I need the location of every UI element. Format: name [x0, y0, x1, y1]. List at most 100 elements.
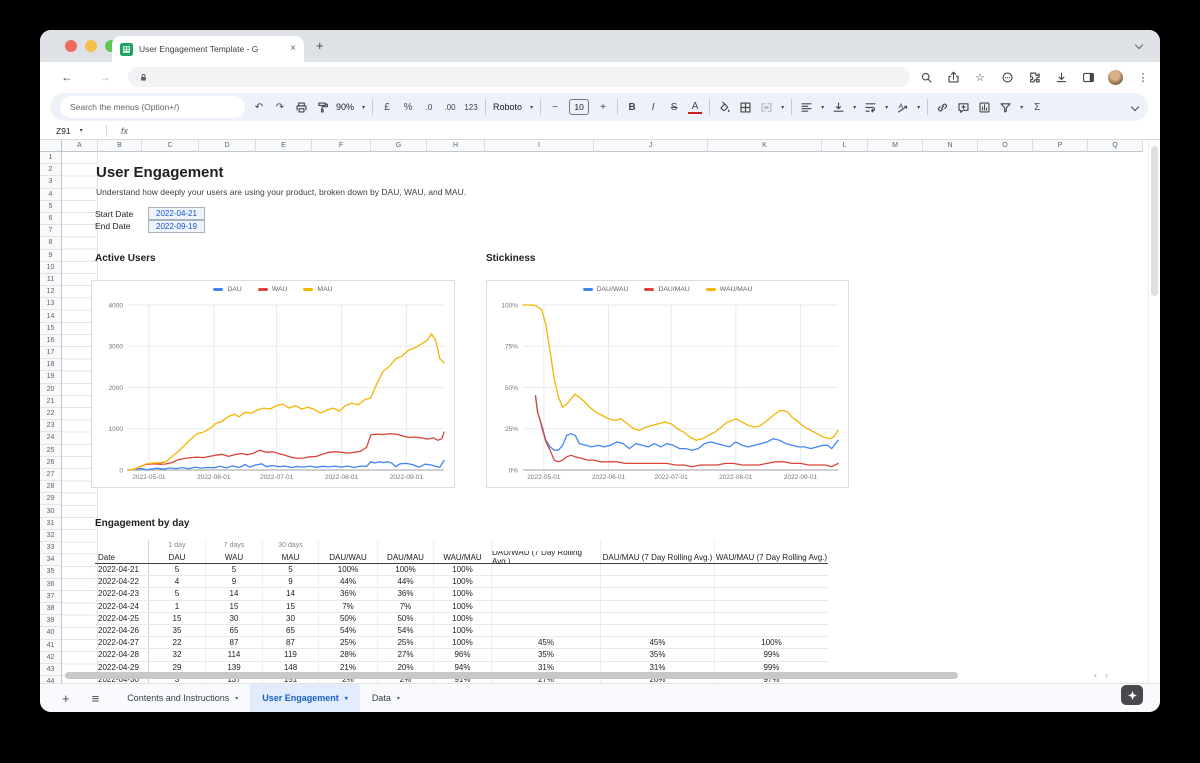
percent-format-button[interactable]: %	[401, 98, 415, 116]
undo-button[interactable]: ↶	[252, 98, 266, 116]
row-header-7[interactable]: 7	[40, 225, 61, 237]
zoom-select[interactable]: 90%	[336, 98, 354, 116]
row-header-44[interactable]: 44	[40, 676, 61, 683]
table-cell[interactable]: 5	[148, 564, 205, 575]
downloads-icon[interactable]	[1054, 70, 1068, 84]
table-cell[interactable]: 99%	[714, 662, 828, 673]
forward-button[interactable]: →	[94, 70, 116, 84]
table-cell[interactable]: 45%	[600, 637, 714, 648]
table-cell[interactable]: 35	[148, 625, 205, 636]
table-cell[interactable]	[714, 564, 828, 575]
row-header-41[interactable]: 41	[40, 640, 61, 652]
more-formats-button[interactable]: 123	[464, 98, 478, 116]
table-cell[interactable]	[600, 576, 714, 587]
table-cell[interactable]: 2022-04-21	[95, 564, 148, 575]
zoom-dropdown-arrow[interactable]: ▾	[362, 104, 365, 111]
column-header-a[interactable]: A	[62, 140, 98, 152]
table-cell[interactable]: 44%	[377, 576, 433, 587]
row-header-11[interactable]: 11	[40, 274, 61, 286]
next-arrow-icon[interactable]: ›	[1105, 670, 1116, 680]
insert-comment-button[interactable]	[956, 98, 970, 116]
row-header-34[interactable]: 34	[40, 554, 61, 566]
increase-decimal-button[interactable]: .00	[443, 98, 457, 116]
table-cell[interactable]: 30 days	[262, 540, 318, 551]
font-dropdown-arrow[interactable]: ▾	[530, 104, 533, 111]
table-cell[interactable]: 9	[205, 576, 262, 587]
row-header-1[interactable]: 1	[40, 152, 61, 164]
table-cell[interactable]: 30	[205, 613, 262, 624]
text-color-button[interactable]: A	[688, 101, 702, 114]
row-header-27[interactable]: 27	[40, 469, 61, 481]
sheet-tab-dropdown-arrow[interactable]: ▾	[397, 695, 400, 702]
strikethrough-button[interactable]: S	[667, 98, 681, 116]
table-cell[interactable]: WAU/MAU	[433, 551, 491, 563]
table-cell[interactable]: DAU/MAU	[377, 551, 433, 563]
table-cell[interactable]: 21%	[318, 662, 377, 673]
table-cell[interactable]	[714, 625, 828, 636]
menu-search-input[interactable]: Search the menus (Option+/)	[60, 96, 245, 118]
table-cell[interactable]: 45%	[491, 637, 600, 648]
column-header-f[interactable]: F	[312, 140, 371, 152]
sheet-tab-user-engagement[interactable]: User Engagement ▾	[250, 684, 360, 712]
tab-search-circle-icon[interactable]	[1000, 70, 1014, 84]
row-header-5[interactable]: 5	[40, 201, 61, 213]
table-cell[interactable]: 35%	[491, 649, 600, 660]
table-cell[interactable]	[491, 601, 600, 612]
table-cell[interactable]: 2022-04-27	[95, 637, 148, 648]
row-header-31[interactable]: 31	[40, 518, 61, 530]
row-header-40[interactable]: 40	[40, 627, 61, 639]
increase-font-size-button[interactable]: +	[596, 98, 610, 116]
table-cell[interactable]: 29	[148, 662, 205, 673]
table-cell[interactable]	[491, 613, 600, 624]
table-cell[interactable]: 94%	[433, 662, 491, 673]
table-cell[interactable]	[491, 588, 600, 599]
table-cell[interactable]: 114	[205, 649, 262, 660]
row-header-9[interactable]: 9	[40, 250, 61, 262]
table-cell[interactable]: 99%	[714, 649, 828, 660]
row-header-37[interactable]: 37	[40, 591, 61, 603]
profile-avatar[interactable]	[1108, 70, 1123, 85]
table-cell[interactable]: DAU/MAU (7 Day Rolling Avg.)	[600, 551, 714, 563]
row-header-8[interactable]: 8	[40, 237, 61, 249]
extensions-puzzle-icon[interactable]	[1027, 70, 1041, 84]
table-cell[interactable]: 100%	[433, 613, 491, 624]
table-cell[interactable]: WAU	[205, 551, 262, 563]
table-cell[interactable]: 14	[262, 588, 318, 599]
row-header-28[interactable]: 28	[40, 481, 61, 493]
row-header-25[interactable]: 25	[40, 445, 61, 457]
add-sheet-button[interactable]: +	[62, 691, 70, 706]
row-header-14[interactable]: 14	[40, 310, 61, 322]
close-window-button[interactable]	[65, 40, 77, 52]
column-header-c[interactable]: C	[142, 140, 199, 152]
horizontal-scrollbar[interactable]	[65, 672, 958, 679]
borders-button[interactable]	[738, 98, 752, 116]
table-cell[interactable]: 54%	[377, 625, 433, 636]
row-header-17[interactable]: 17	[40, 347, 61, 359]
text-wrap-dropdown-arrow[interactable]: ▾	[885, 104, 888, 111]
bookmark-star-icon[interactable]: ☆	[973, 70, 987, 84]
table-cell[interactable]: 35%	[600, 649, 714, 660]
text-rotation-dropdown-arrow[interactable]: ▾	[917, 104, 920, 111]
table-cell[interactable]: 31%	[491, 662, 600, 673]
fill-color-button[interactable]	[717, 98, 731, 116]
select-all-corner[interactable]	[40, 140, 62, 152]
table-cell[interactable]: 2022-04-26	[95, 625, 148, 636]
table-cell[interactable]: 30	[262, 613, 318, 624]
row-header-18[interactable]: 18	[40, 359, 61, 371]
table-cell[interactable]: 148	[262, 662, 318, 673]
font-size-input[interactable]: 10	[569, 99, 589, 115]
close-tab-icon[interactable]: ×	[290, 44, 296, 54]
name-box[interactable]: Z91 ▾	[40, 126, 98, 136]
row-header-35[interactable]: 35	[40, 566, 61, 578]
text-wrap-button[interactable]	[863, 98, 877, 116]
print-button[interactable]	[294, 98, 308, 116]
column-header-m[interactable]: M	[868, 140, 923, 152]
column-header-b[interactable]: B	[98, 140, 142, 152]
table-cell[interactable]	[714, 540, 828, 551]
merge-cells-button[interactable]	[759, 98, 773, 116]
insert-link-button[interactable]	[935, 98, 949, 116]
table-cell[interactable]: 100%	[433, 601, 491, 612]
row-header-42[interactable]: 42	[40, 652, 61, 664]
table-cell[interactable]: 96%	[433, 649, 491, 660]
row-header-3[interactable]: 3	[40, 176, 61, 188]
